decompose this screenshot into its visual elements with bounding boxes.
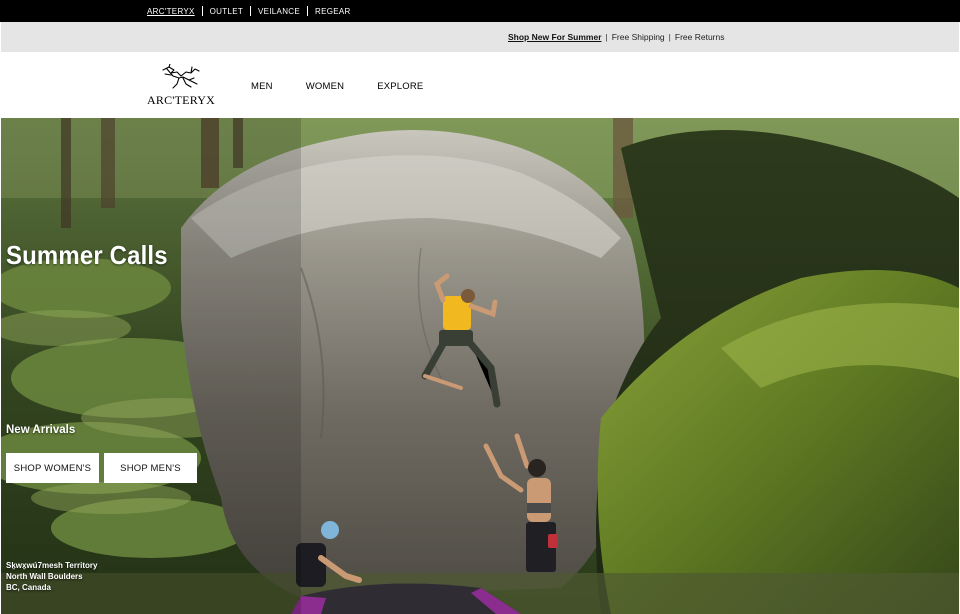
promo-bar: Shop New For Summer | Free Shipping | Fr… (1, 22, 959, 52)
brand-link-regear[interactable]: REGEAR (315, 7, 351, 16)
nav-women[interactable]: WOMEN (306, 81, 344, 92)
promo-message: Shop New For Summer | Free Shipping | Fr… (508, 22, 724, 52)
archaeopteryx-icon (162, 64, 200, 89)
brand-bar: ARC'TERYX OUTLET VEILANCE REGEAR (0, 0, 960, 22)
brand-divider (250, 6, 252, 16)
promo-free-shipping: Free Shipping (611, 32, 665, 42)
brand-divider (201, 6, 203, 16)
shop-womens-button[interactable]: SHOP WOMEN'S (6, 453, 99, 483)
brand-divider (307, 6, 308, 16)
promo-separator: | (605, 32, 608, 42)
hero-subtitle: New Arrivals (6, 424, 76, 436)
brand-link-arcteryx[interactable]: ARC'TERYX (147, 7, 195, 16)
logo-wordmark: ARC'TERYX (147, 93, 215, 107)
hero-image (1, 118, 959, 614)
brand-link-veilance[interactable]: VEILANCE (258, 7, 300, 16)
nav-men[interactable]: MEN (251, 81, 273, 92)
brand-link-outlet[interactable]: OUTLET (210, 7, 243, 16)
caption-place: North Wall Boulders (6, 572, 83, 581)
site-header: ARC'TERYX MEN WOMEN EXPLORE (1, 52, 959, 118)
caption-region: BC, Canada (6, 583, 51, 592)
hero-banner[interactable]: Summer Calls New Arrivals SHOP WOMEN'S S… (1, 118, 959, 614)
nav-explore[interactable]: EXPLORE (377, 81, 423, 92)
promo-link-shop-new[interactable]: Shop New For Summer (508, 32, 602, 42)
main-nav: MEN WOMEN EXPLORE (251, 52, 456, 118)
shop-mens-button[interactable]: SHOP MEN'S (104, 453, 197, 483)
hero-title: Summer Calls (6, 240, 168, 270)
promo-separator: | (668, 32, 671, 42)
location-caption: Sḵwx̱wú7mesh Territory North Wall Boulde… (6, 560, 97, 593)
promo-free-returns: Free Returns (674, 32, 725, 42)
brand-links: ARC'TERYX OUTLET VEILANCE REGEAR (147, 0, 351, 22)
caption-territory: Sḵwx̱wú7mesh Territory (6, 561, 98, 570)
arcteryx-logo[interactable]: ARC'TERYX (147, 64, 215, 110)
